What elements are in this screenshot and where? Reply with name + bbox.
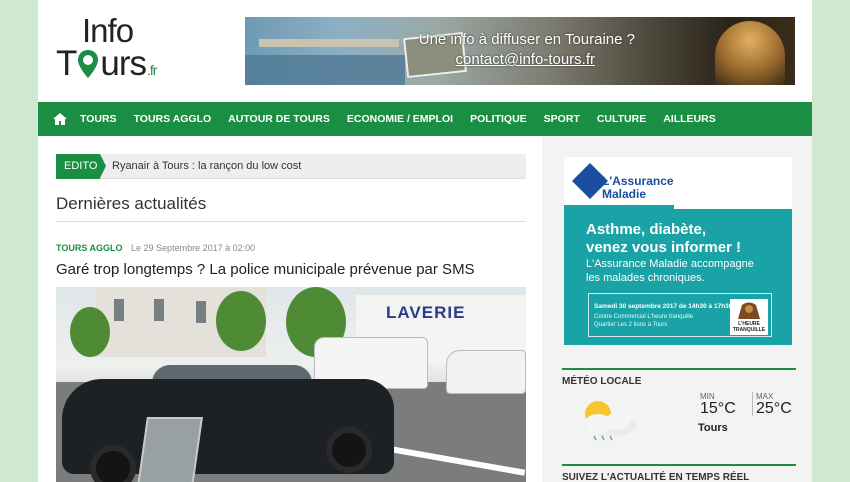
nav-item-sport[interactable]: SPORT	[544, 113, 580, 125]
section-divider	[56, 221, 526, 222]
photo-window	[196, 301, 206, 323]
article-category-link[interactable]: TOURS AGGLO	[56, 243, 123, 253]
edito-bar: EDITO Ryanair à Tours : la rançon du low…	[56, 154, 526, 179]
ad-body-line-2: les malades chroniques.	[586, 272, 705, 284]
photo-window	[114, 299, 124, 321]
banner-river	[245, 55, 405, 85]
nav-item-politique[interactable]: POLITIQUE	[470, 113, 527, 125]
main-nav: TOURS TOURS AGGLO AUTOUR DE TOURS ECONOM…	[38, 102, 812, 136]
logo-info-text: Info	[82, 12, 134, 49]
ad-event-place: Centre Commercial L'heure tranquille Qua…	[594, 313, 724, 329]
article-meta: TOURS AGGLO Le 29 Septembre 2017 à 02:00	[56, 243, 255, 253]
banner-bridge	[259, 39, 399, 47]
map-pin-icon	[78, 50, 99, 78]
ad-event-place-line-2: Quartier Les 2 lions à Tours	[594, 322, 668, 328]
ad-assurance-maladie[interactable]: L'Assurance Maladie Asthme, diabète, ven…	[564, 157, 792, 345]
article-date: Le 29 Septembre 2017 à 02:00	[131, 243, 256, 253]
nav-item-ailleurs[interactable]: AILLEURS	[663, 113, 716, 125]
heure-tranquille-logo-icon: L'HEURE TRANQUILLE	[730, 299, 768, 335]
ad-headline: Asthme, diabète, venez vous informer !	[586, 221, 741, 257]
meteo-divider	[752, 392, 753, 416]
section-title: Dernières actualités	[56, 194, 207, 213]
ad-headline-line-1: Asthme, diabète,	[586, 221, 707, 238]
banner-tagline: Une info à diffuser en Touraine ?	[418, 31, 635, 48]
article-title-link[interactable]: Garé trop longtemps ? La police municipa…	[56, 261, 475, 278]
ad-event-place-line-1: Centre Commercial L'heure tranquille	[594, 314, 694, 320]
header-banner[interactable]: Une info à diffuser en Touraine ? contac…	[245, 17, 795, 85]
logo-tours-text: Turs.fr	[56, 44, 158, 90]
site-logo[interactable]: Info Turs.fr	[56, 14, 196, 86]
nav-item-economie-emploi[interactable]: ECONOMIE / EMPLOI	[347, 113, 453, 125]
sidebar: L'Assurance Maladie Asthme, diabète, ven…	[542, 136, 812, 482]
photo-tree	[216, 291, 266, 351]
photo-white-car	[446, 350, 526, 394]
photo-wheel	[326, 427, 372, 473]
edito-tag: EDITO	[56, 154, 106, 179]
logo-t: T	[56, 44, 77, 83]
photo-tree	[70, 307, 110, 357]
lion-icon	[738, 302, 760, 319]
nav-item-autour-de-tours[interactable]: AUTOUR DE TOURS	[228, 113, 330, 125]
ad-brand-block: L'Assurance Maladie	[564, 157, 674, 209]
ad-headline-line-2: venez vous informer !	[586, 239, 742, 256]
page: Info Turs.fr Une info à diffuser en Tour…	[38, 0, 812, 482]
meteo-max-value: 25°C	[756, 400, 792, 417]
banner-email-link[interactable]: contact@info-tours.fr	[405, 51, 595, 68]
logo-suffix: .fr	[147, 62, 158, 78]
nav-item-tours-agglo[interactable]: TOURS AGGLO	[134, 113, 212, 125]
logo-urs: urs	[100, 44, 147, 83]
ad-brand-name: L'Assurance Maladie	[602, 174, 674, 201]
ad-event-date: Samedi 30 septembre 2017 de 14h30 à 17h3…	[594, 303, 733, 310]
realtime-title: SUIVEZ L'ACTUALITÉ EN TEMPS RÉEL	[562, 464, 796, 482]
meteo-city: Tours	[698, 422, 728, 434]
meteo-min-value: 15°C	[700, 400, 736, 417]
nav-item-tours[interactable]: TOURS	[80, 113, 117, 125]
nav-item-culture[interactable]: CULTURE	[597, 113, 646, 125]
edito-link[interactable]: Ryanair à Tours : la rançon du low cost	[112, 154, 301, 179]
photo-sign	[137, 417, 203, 482]
ad-partner-name: L'HEURE TRANQUILLE	[732, 321, 766, 333]
photo-shop-sign: LAVERIE	[386, 303, 466, 322]
meteo-title: MÉTÉO LOCALE	[562, 368, 796, 387]
partly-cloudy-icon	[584, 401, 636, 441]
banner-dome	[715, 21, 785, 85]
ad-body: L'Assurance Maladie accompagne les malad…	[586, 257, 754, 285]
article-photo[interactable]: LAVERIE	[56, 287, 526, 482]
photo-window	[154, 299, 164, 321]
ad-body-line-1: L'Assurance Maladie accompagne	[586, 258, 754, 270]
home-icon[interactable]	[52, 111, 68, 127]
